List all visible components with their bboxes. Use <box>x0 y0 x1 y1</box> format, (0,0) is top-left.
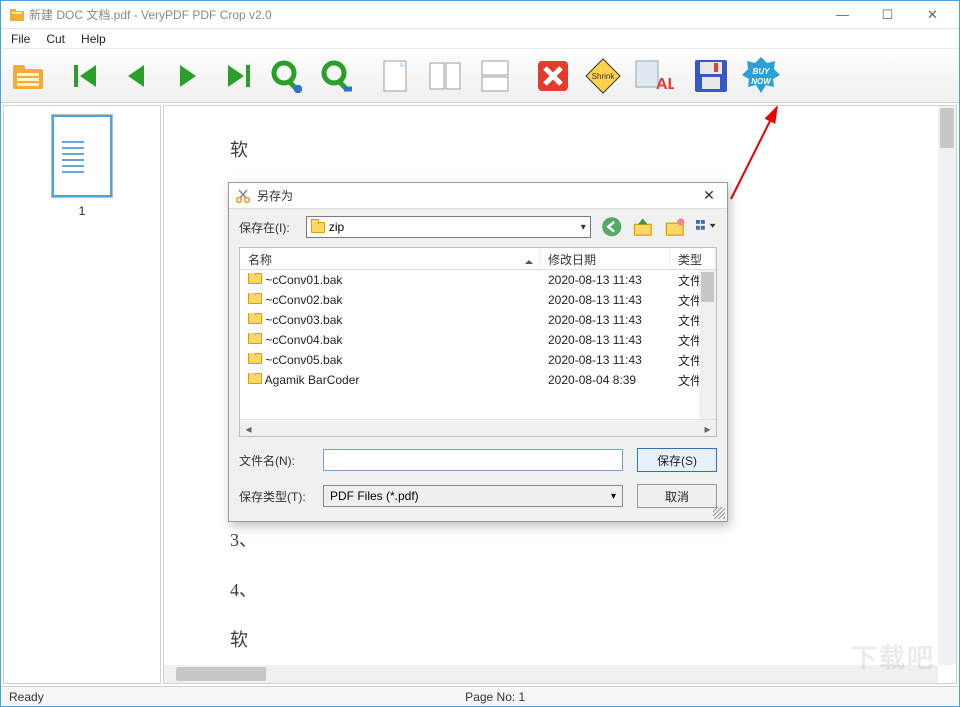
scissors-icon <box>235 188 251 204</box>
file-date: 2020-08-13 11:43 <box>540 333 670 347</box>
list-item[interactable]: ~cConv01.bak2020-08-13 11:43文件 <box>240 270 716 290</box>
all-button[interactable]: ALL <box>629 52 677 100</box>
list-item[interactable]: ~cConv05.bak2020-08-13 11:43文件 <box>240 350 716 370</box>
folder-combo[interactable]: zip ▾ <box>306 216 591 238</box>
folder-icon <box>248 373 262 384</box>
thumbnail-panel: 1 <box>3 105 161 684</box>
page-mode-3-button[interactable] <box>471 52 519 100</box>
folder-icon <box>248 333 262 344</box>
zoom-in-button[interactable] <box>263 52 311 100</box>
thumbnail-page-number: 1 <box>79 204 86 218</box>
file-list: 名称 修改日期 类型 ~cConv01.bak2020-08-13 11:43文… <box>239 247 717 437</box>
statusbar: Ready Page No: 1 <box>1 686 959 706</box>
file-date: 2020-08-13 11:43 <box>540 273 670 287</box>
toolbar: Shrink ALL BUYNOW <box>1 49 959 103</box>
shrink-button[interactable]: Shrink <box>579 52 627 100</box>
menu-cut[interactable]: Cut <box>38 30 73 48</box>
close-button[interactable]: ✕ <box>910 1 955 29</box>
svg-text:NOW: NOW <box>751 77 772 86</box>
prev-page-button[interactable] <box>113 52 161 100</box>
status-page: Page No: 1 <box>457 690 533 704</box>
text-line: 软 <box>230 136 248 162</box>
horizontal-scrollbar[interactable] <box>164 665 938 683</box>
last-page-button[interactable] <box>213 52 261 100</box>
page-thumbnail[interactable] <box>51 114 113 198</box>
up-button[interactable] <box>632 216 654 238</box>
chevron-down-icon: ▾ <box>611 491 616 502</box>
folder-icon <box>248 293 262 304</box>
list-vertical-scrollbar[interactable] <box>699 270 716 419</box>
dialog-title: 另存为 <box>257 187 293 204</box>
filename-input[interactable] <box>323 449 623 471</box>
cancel-button[interactable]: 取消 <box>637 484 717 508</box>
save-button[interactable] <box>687 52 735 100</box>
col-name[interactable]: 名称 <box>240 248 540 269</box>
open-button[interactable] <box>5 52 53 100</box>
folder-icon <box>248 353 262 364</box>
new-folder-button[interactable] <box>664 216 686 238</box>
file-name: ~cConv01.bak <box>265 273 342 287</box>
file-name: ~cConv02.bak <box>265 293 342 307</box>
chevron-down-icon: ▾ <box>581 222 586 233</box>
col-date[interactable]: 修改日期 <box>540 248 670 269</box>
page-mode-1-button[interactable] <box>371 52 419 100</box>
file-name: ~cConv05.bak <box>265 353 342 367</box>
folder-icon <box>248 313 262 324</box>
zoom-out-button[interactable] <box>313 52 361 100</box>
text-line: 4、 <box>230 576 257 602</box>
list-item[interactable]: Agamik BarCoder2020-08-04 8:39文件 <box>240 370 716 390</box>
save-confirm-button[interactable]: 保存(S) <box>637 448 717 472</box>
filetype-label: 保存类型(T): <box>239 488 309 505</box>
minimize-button[interactable]: ― <box>820 1 865 29</box>
resize-grip[interactable] <box>713 507 725 519</box>
file-date: 2020-08-13 11:43 <box>540 353 670 367</box>
text-line: 软 <box>230 626 248 652</box>
svg-text:ALL: ALL <box>656 76 674 93</box>
filename-label: 文件名(N): <box>239 452 309 469</box>
folder-name: zip <box>329 220 344 234</box>
menubar: File Cut Help <box>1 29 959 49</box>
file-name: ~cConv04.bak <box>265 333 342 347</box>
file-date: 2020-08-13 11:43 <box>540 293 670 307</box>
save-as-dialog: 另存为 ✕ 保存在(I): zip ▾ 名称 修改日期 类型 ~cConv01.… <box>228 182 728 522</box>
dialog-close-button[interactable]: ✕ <box>697 186 721 206</box>
col-type[interactable]: 类型 <box>670 248 716 269</box>
buy-now-button[interactable]: BUYNOW <box>737 52 785 100</box>
app-icon <box>9 7 25 23</box>
view-menu-button[interactable] <box>695 216 717 238</box>
folder-icon <box>311 222 325 233</box>
first-page-button[interactable] <box>63 52 111 100</box>
save-in-label: 保存在(I): <box>239 219 296 236</box>
list-item[interactable]: ~cConv04.bak2020-08-13 11:43文件 <box>240 330 716 350</box>
list-item[interactable]: ~cConv03.bak2020-08-13 11:43文件 <box>240 310 716 330</box>
svg-text:Shrink: Shrink <box>592 72 616 81</box>
list-item[interactable]: ~cConv02.bak2020-08-13 11:43文件 <box>240 290 716 310</box>
back-button[interactable] <box>601 216 623 238</box>
next-page-button[interactable] <box>163 52 211 100</box>
page-mode-2-button[interactable] <box>421 52 469 100</box>
maximize-button[interactable]: ☐ <box>865 1 910 29</box>
filetype-combo[interactable]: PDF Files (*.pdf) ▾ <box>323 485 623 507</box>
titlebar: 新建 DOC 文档.pdf - VeryPDF PDF Crop v2.0 ― … <box>1 1 959 29</box>
file-name: ~cConv03.bak <box>265 313 342 327</box>
vertical-scrollbar[interactable] <box>938 106 956 665</box>
file-date: 2020-08-13 11:43 <box>540 313 670 327</box>
watermark: 下载吧 <box>833 628 953 684</box>
file-date: 2020-08-04 8:39 <box>540 373 670 387</box>
menu-help[interactable]: Help <box>73 30 114 48</box>
text-line: 3、 <box>230 526 257 552</box>
delete-button[interactable] <box>529 52 577 100</box>
folder-icon <box>248 273 262 284</box>
svg-text:BUY: BUY <box>753 67 771 76</box>
window-title: 新建 DOC 文档.pdf - VeryPDF PDF Crop v2.0 <box>29 6 272 23</box>
dialog-titlebar: 另存为 ✕ <box>229 183 727 209</box>
file-name: Agamik BarCoder <box>265 373 360 387</box>
menu-file[interactable]: File <box>3 30 38 48</box>
list-horizontal-scrollbar[interactable]: ◂▸ <box>240 419 716 436</box>
filetype-value: PDF Files (*.pdf) <box>330 489 419 503</box>
